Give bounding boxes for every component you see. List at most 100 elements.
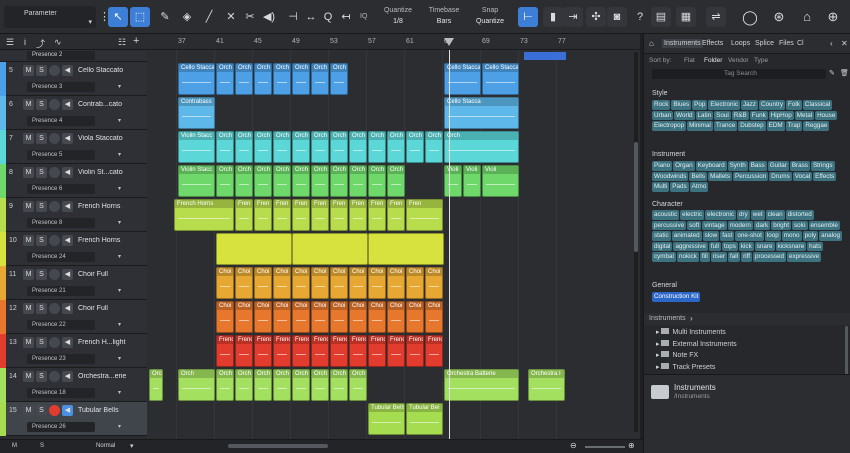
tag-chip[interactable]: distorted	[785, 210, 814, 220]
tuning-icon[interactable]: ✣	[586, 7, 606, 27]
clip[interactable]: Fren	[330, 199, 348, 231]
instrument-preset[interactable]: Presence 18 ▾	[27, 388, 121, 398]
track-name[interactable]: Tubular Bells	[78, 407, 142, 414]
mute-button[interactable]: M	[23, 235, 34, 246]
clip[interactable]: Orch	[349, 369, 367, 401]
quantize-select[interactable]: 1/8	[380, 18, 416, 25]
monitor-button[interactable]: ◀	[62, 167, 73, 178]
track-row[interactable]: 15 M S ◀ Tubular Bells Presence 26 ▾	[0, 402, 147, 436]
tag-chip[interactable]: Mallets	[708, 171, 733, 181]
zoom-in-icon[interactable]: ⊕	[628, 441, 635, 450]
record-button[interactable]	[49, 405, 60, 416]
clip[interactable]: Choi	[387, 267, 405, 299]
instrument-preset[interactable]: Presence 6 ▾	[27, 184, 121, 194]
instrument-preset[interactable]: Presence 8 ▾	[27, 218, 121, 228]
clip[interactable]: Fren	[254, 199, 272, 231]
monitor-button[interactable]: ◀	[62, 201, 73, 212]
track-name[interactable]: French Horns	[78, 203, 142, 210]
clip[interactable]: Orch	[178, 369, 215, 401]
delete-icon[interactable]: 🗑	[840, 69, 849, 77]
sort-option[interactable]: Flat	[684, 57, 695, 64]
solo-button[interactable]: S	[36, 167, 47, 178]
tag-chip[interactable]: Trap	[785, 121, 803, 131]
clip[interactable]: Frenc	[235, 335, 253, 367]
clip[interactable]: Frenc	[311, 335, 329, 367]
home-icon[interactable]: ⌂	[649, 39, 654, 48]
tag-chip[interactable]: fill	[699, 252, 710, 262]
tag-chip[interactable]: Funk	[749, 110, 768, 120]
instrument-preset[interactable]: Presence 26 ▾	[27, 422, 121, 432]
tag-chip[interactable]: Construction Kit	[652, 292, 701, 302]
playhead[interactable]	[449, 50, 450, 439]
sort-option[interactable]: Type	[754, 57, 768, 64]
bend-tool-button[interactable]: ⊣	[283, 7, 303, 27]
horizontal-scrollbar[interactable]	[228, 444, 328, 448]
browser-tab[interactable]: Files	[779, 40, 794, 47]
clip[interactable]: Orchestra I	[528, 369, 565, 401]
tag-chip[interactable]: Pads	[670, 182, 689, 192]
tag-chip[interactable]: Effects	[813, 171, 837, 181]
clip[interactable]: Fren	[311, 199, 329, 231]
monitor-button[interactable]: ◀	[62, 65, 73, 76]
track-row[interactable]: 6 M S ◀ Contrab...cato Presence 4 ▾	[0, 96, 147, 130]
tag-chip[interactable]: Jazz	[741, 100, 758, 110]
tag-chip[interactable]: animated	[671, 231, 702, 241]
autoscroll-button[interactable]: ↤	[336, 7, 356, 27]
listen-tool-button[interactable]: ◀)	[259, 7, 279, 27]
clip[interactable]: Frenc	[330, 335, 348, 367]
loop-start-button[interactable]: ▮	[543, 7, 563, 27]
tag-chip[interactable]: Keyboard	[695, 161, 727, 171]
clip[interactable]: Orch	[235, 369, 253, 401]
browser-tab[interactable]: Effects	[702, 40, 723, 47]
inspector-icon[interactable]: i	[24, 37, 26, 47]
track-row[interactable]: 7 M S ◀ Viola Staccato Presence 5 ▾	[0, 130, 147, 164]
clip[interactable]: Orch	[235, 131, 253, 163]
tag-chip[interactable]: loop	[764, 231, 781, 241]
tag-chip[interactable]: World	[674, 110, 695, 120]
partial-preset[interactable]: Presence 2	[27, 51, 95, 60]
mute-button[interactable]: M	[23, 99, 34, 110]
clip[interactable]: Orch	[235, 165, 253, 197]
track-name[interactable]: Contrab...cato	[78, 101, 142, 108]
track-name[interactable]: Orchestra...erie	[78, 373, 142, 380]
clip[interactable]: Choi	[311, 301, 329, 333]
snap-select[interactable]: Quantize	[470, 18, 510, 25]
cloud-icon[interactable]: ⊛	[769, 7, 789, 27]
clip[interactable]: Orch	[368, 165, 386, 197]
zoom-slider[interactable]	[585, 446, 625, 448]
layout-grid-icon[interactable]: ▦	[676, 7, 696, 27]
clip[interactable]: Choi	[349, 301, 367, 333]
track-row[interactable]: 8 M S ◀ Violin St...cato Presence 6 ▾	[0, 164, 147, 198]
clip[interactable]: Orch	[425, 131, 443, 163]
track-name[interactable]: French Horns	[78, 237, 142, 244]
clip[interactable]: French Horns	[174, 199, 234, 231]
instrument-preset[interactable]: Presence 3 ▾	[27, 82, 121, 92]
track-row[interactable]: 13 M S ◀ French H...light Presence 23 ▾	[0, 334, 147, 368]
automation-icon[interactable]: ⤴	[36, 37, 45, 50]
instrument-preset[interactable]: Presence 22 ▾	[27, 320, 121, 330]
clip[interactable]: Fren	[368, 199, 386, 231]
mute-button[interactable]: M	[23, 201, 34, 212]
help-icon[interactable]: ?	[630, 7, 650, 27]
tag-chip[interactable]: vintage	[702, 220, 727, 230]
track-row[interactable]: 5 M S ◀ Cello Staccato Presence 3 ▾	[0, 62, 147, 96]
mute-button[interactable]: M	[23, 269, 34, 280]
arrow-tool-button[interactable]: ↖	[108, 7, 128, 27]
tag-chip[interactable]: Blues	[671, 100, 692, 110]
paint-tool-button[interactable]: ╱	[199, 7, 219, 27]
tag-chip[interactable]: aggressive	[673, 241, 708, 251]
tag-chip[interactable]: electronic	[705, 210, 737, 220]
video-icon[interactable]: ▤	[651, 7, 671, 27]
clip[interactable]: Orchestra Batterie	[444, 369, 519, 401]
tag-chip[interactable]: bright	[771, 220, 791, 230]
clip[interactable]: Fren	[235, 199, 253, 231]
tag-chip[interactable]: riff	[741, 252, 752, 262]
tag-chip[interactable]: mono	[781, 231, 802, 241]
clip[interactable]: Choi	[292, 267, 310, 299]
clip[interactable]: Orch	[349, 131, 367, 163]
clip[interactable]: Frenc	[254, 335, 272, 367]
tag-chip[interactable]: House	[815, 110, 838, 120]
mute-tool-button[interactable]: ✕	[221, 7, 241, 27]
grid-icon[interactable]: ⋮	[99, 7, 110, 27]
clip[interactable]: Orch	[330, 63, 348, 95]
